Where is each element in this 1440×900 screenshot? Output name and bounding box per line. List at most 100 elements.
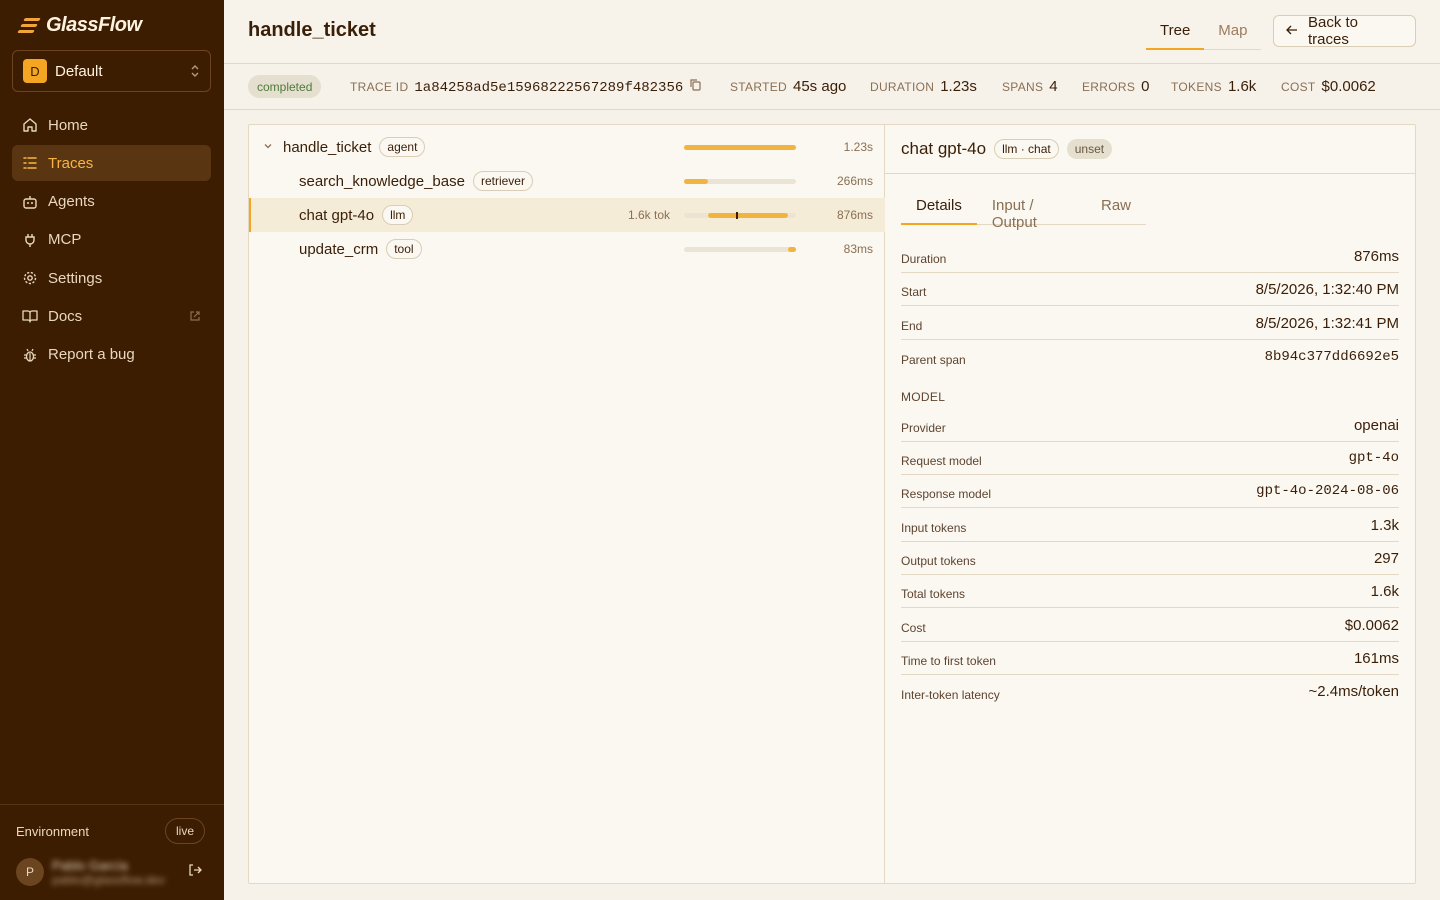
span-kind-badge: llm · chat <box>994 139 1059 159</box>
chevron-down-icon[interactable] <box>263 141 273 154</box>
environment-label: Environment <box>16 824 89 839</box>
book-icon <box>22 308 38 324</box>
bot-icon <box>22 194 38 210</box>
plug-icon <box>22 232 38 248</box>
span-timeline-fill <box>788 247 796 252</box>
sidebar: GlassFlow D Default Home Traces Agents M… <box>0 0 224 900</box>
sidebar-item-label: Home <box>48 116 89 134</box>
span-row-search-knowledge-base[interactable]: search_knowledge_base retriever 266ms <box>249 164 885 198</box>
span-kind-badge: agent <box>379 137 426 157</box>
trace-duration: DURATION 1.23s <box>870 78 977 95</box>
trace-tokens: TOKENS 1.6k <box>1171 78 1257 95</box>
trace-spans: SPANS 4 <box>1002 78 1058 95</box>
workspace-selector[interactable]: D Default <box>12 50 211 92</box>
trace-id: TRACE ID 1a84258ad5e15968222567289f48235… <box>350 78 702 96</box>
sidebar-item-label: Traces <box>48 154 94 172</box>
tab-raw[interactable]: Raw <box>1086 189 1146 225</box>
detail-row-total-tokens: Total tokens 1.6k <box>901 575 1399 609</box>
environment-badge[interactable]: live <box>165 818 206 844</box>
trace-panel: handle_ticket agent 1.23s search_knowled… <box>248 124 1416 884</box>
home-icon <box>22 117 38 133</box>
span-timeline-bar <box>684 212 796 219</box>
sidebar-item-home[interactable]: Home <box>12 107 211 143</box>
span-kind-badge: retriever <box>472 171 533 191</box>
gear-icon <box>22 270 38 286</box>
arrow-left-icon <box>1286 24 1298 39</box>
external-link-icon <box>189 309 201 326</box>
back-to-traces-button[interactable]: Back to traces <box>1273 14 1416 48</box>
span-duration: 83ms <box>843 242 873 256</box>
detail-row-start: Start 8/5/2026, 1:32:40 PM <box>901 273 1399 307</box>
workspace-avatar: D <box>23 59 47 83</box>
brand-name: GlassFlow <box>46 13 142 36</box>
span-name: chat gpt-4o <box>299 206 375 224</box>
span-duration: 1.23s <box>843 140 873 154</box>
tab-details[interactable]: Details <box>901 189 977 225</box>
workspace-name: Default <box>55 62 103 80</box>
span-row-handle-ticket[interactable]: handle_ticket agent 1.23s <box>249 130 885 164</box>
bug-icon <box>22 347 38 363</box>
trace-started: STARTED 45s ago <box>730 78 847 95</box>
span-name: handle_ticket <box>283 138 372 156</box>
tab-map[interactable]: Map <box>1204 14 1261 50</box>
span-kind-badge: llm <box>382 205 414 225</box>
list-icon <box>22 155 38 171</box>
brand-logo[interactable]: GlassFlow <box>17 13 142 37</box>
sidebar-item-settings[interactable]: Settings <box>12 260 211 296</box>
span-row-update-crm[interactable]: update_crm tool 83ms <box>249 232 885 266</box>
span-timeline-bar <box>684 179 796 184</box>
detail-row-time-to-first-token: Time to first token 161ms <box>901 642 1399 676</box>
span-name: update_crm <box>299 240 379 258</box>
span-timeline-bar <box>684 145 796 150</box>
sidebar-item-label: Agents <box>48 193 95 211</box>
page-header: handle_ticket Tree Map Back to traces <box>224 0 1440 64</box>
detail-row-input-tokens: Input tokens 1.3k <box>901 509 1399 543</box>
detail-row-response-model: Response model gpt-4o-2024-08-06 <box>901 475 1399 509</box>
user-name: Pablo García <box>52 857 128 873</box>
sidebar-footer: Environment live P Pablo García pablo@gl… <box>0 804 224 900</box>
sidebar-item-agents[interactable]: Agents <box>12 184 211 220</box>
span-duration: 876ms <box>836 208 873 222</box>
sidebar-item-docs[interactable]: Docs <box>12 298 211 334</box>
span-tree: handle_ticket agent 1.23s search_knowled… <box>249 125 885 883</box>
back-button-label: Back to traces <box>1308 14 1359 48</box>
page-title: handle_ticket <box>248 19 376 41</box>
span-timeline-fill <box>684 145 796 150</box>
span-name: search_knowledge_base <box>299 172 465 190</box>
detail-row-inter-token-latency: Inter-token latency ~2.4ms/token <box>901 683 1399 702</box>
tab-input-output[interactable]: Input / Output <box>977 189 1086 231</box>
first-token-marker <box>735 212 738 219</box>
status-badge: completed <box>248 75 322 98</box>
glassflow-logo-icon <box>17 16 42 34</box>
detail-row-output-tokens: Output tokens 297 <box>901 542 1399 576</box>
copy-icon[interactable] <box>689 78 702 96</box>
detail-row-parent-span: Parent span 8b94c377dd6692e5 <box>901 348 1399 367</box>
detail-row-duration: Duration 876ms <box>901 240 1399 274</box>
sidebar-item-label: Settings <box>48 269 103 287</box>
span-detail-title: chat gpt-4o <box>901 139 987 158</box>
trace-id-value: 1a84258ad5e15968222567289f482356 <box>414 80 684 96</box>
sidebar-item-mcp[interactable]: MCP <box>12 222 211 258</box>
tab-tree[interactable]: Tree <box>1146 14 1205 50</box>
span-detail-header: chat gpt-4o llm · chat unset <box>885 125 1415 174</box>
detail-tabs: Details Input / Output Raw <box>901 189 1146 231</box>
span-row-chat-gpt-4o[interactable]: chat gpt-4o llm 1.6k tok 876ms <box>249 198 885 232</box>
chevron-up-down-icon <box>190 64 200 79</box>
sidebar-item-traces[interactable]: Traces <box>12 145 211 182</box>
span-timeline-fill <box>684 179 709 184</box>
detail-row-request-model: Request model gpt-4o <box>901 442 1399 476</box>
sidebar-item-label: Report a bug <box>48 346 135 364</box>
user-menu[interactable]: P Pablo García pablo@glassflow.dev <box>16 857 210 887</box>
trace-cost: COST $0.0062 <box>1281 78 1376 95</box>
logout-icon[interactable] <box>188 863 202 882</box>
sidebar-nav: Home Traces Agents MCP Settings Docs Rep… <box>12 107 211 375</box>
span-detail-panel: chat gpt-4o llm · chat unset Details Inp… <box>885 125 1415 883</box>
sidebar-item-label: Docs <box>48 307 83 325</box>
span-kind-badge: tool <box>386 239 422 259</box>
span-timeline-bar <box>684 247 796 252</box>
span-token-count: 1.6k tok <box>628 208 671 222</box>
sidebar-item-label: MCP <box>48 231 82 249</box>
sidebar-item-report-bug[interactable]: Report a bug <box>12 337 211 373</box>
trace-errors: ERRORS 0 <box>1082 78 1150 95</box>
detail-row-cost: Cost $0.0062 <box>901 609 1399 643</box>
